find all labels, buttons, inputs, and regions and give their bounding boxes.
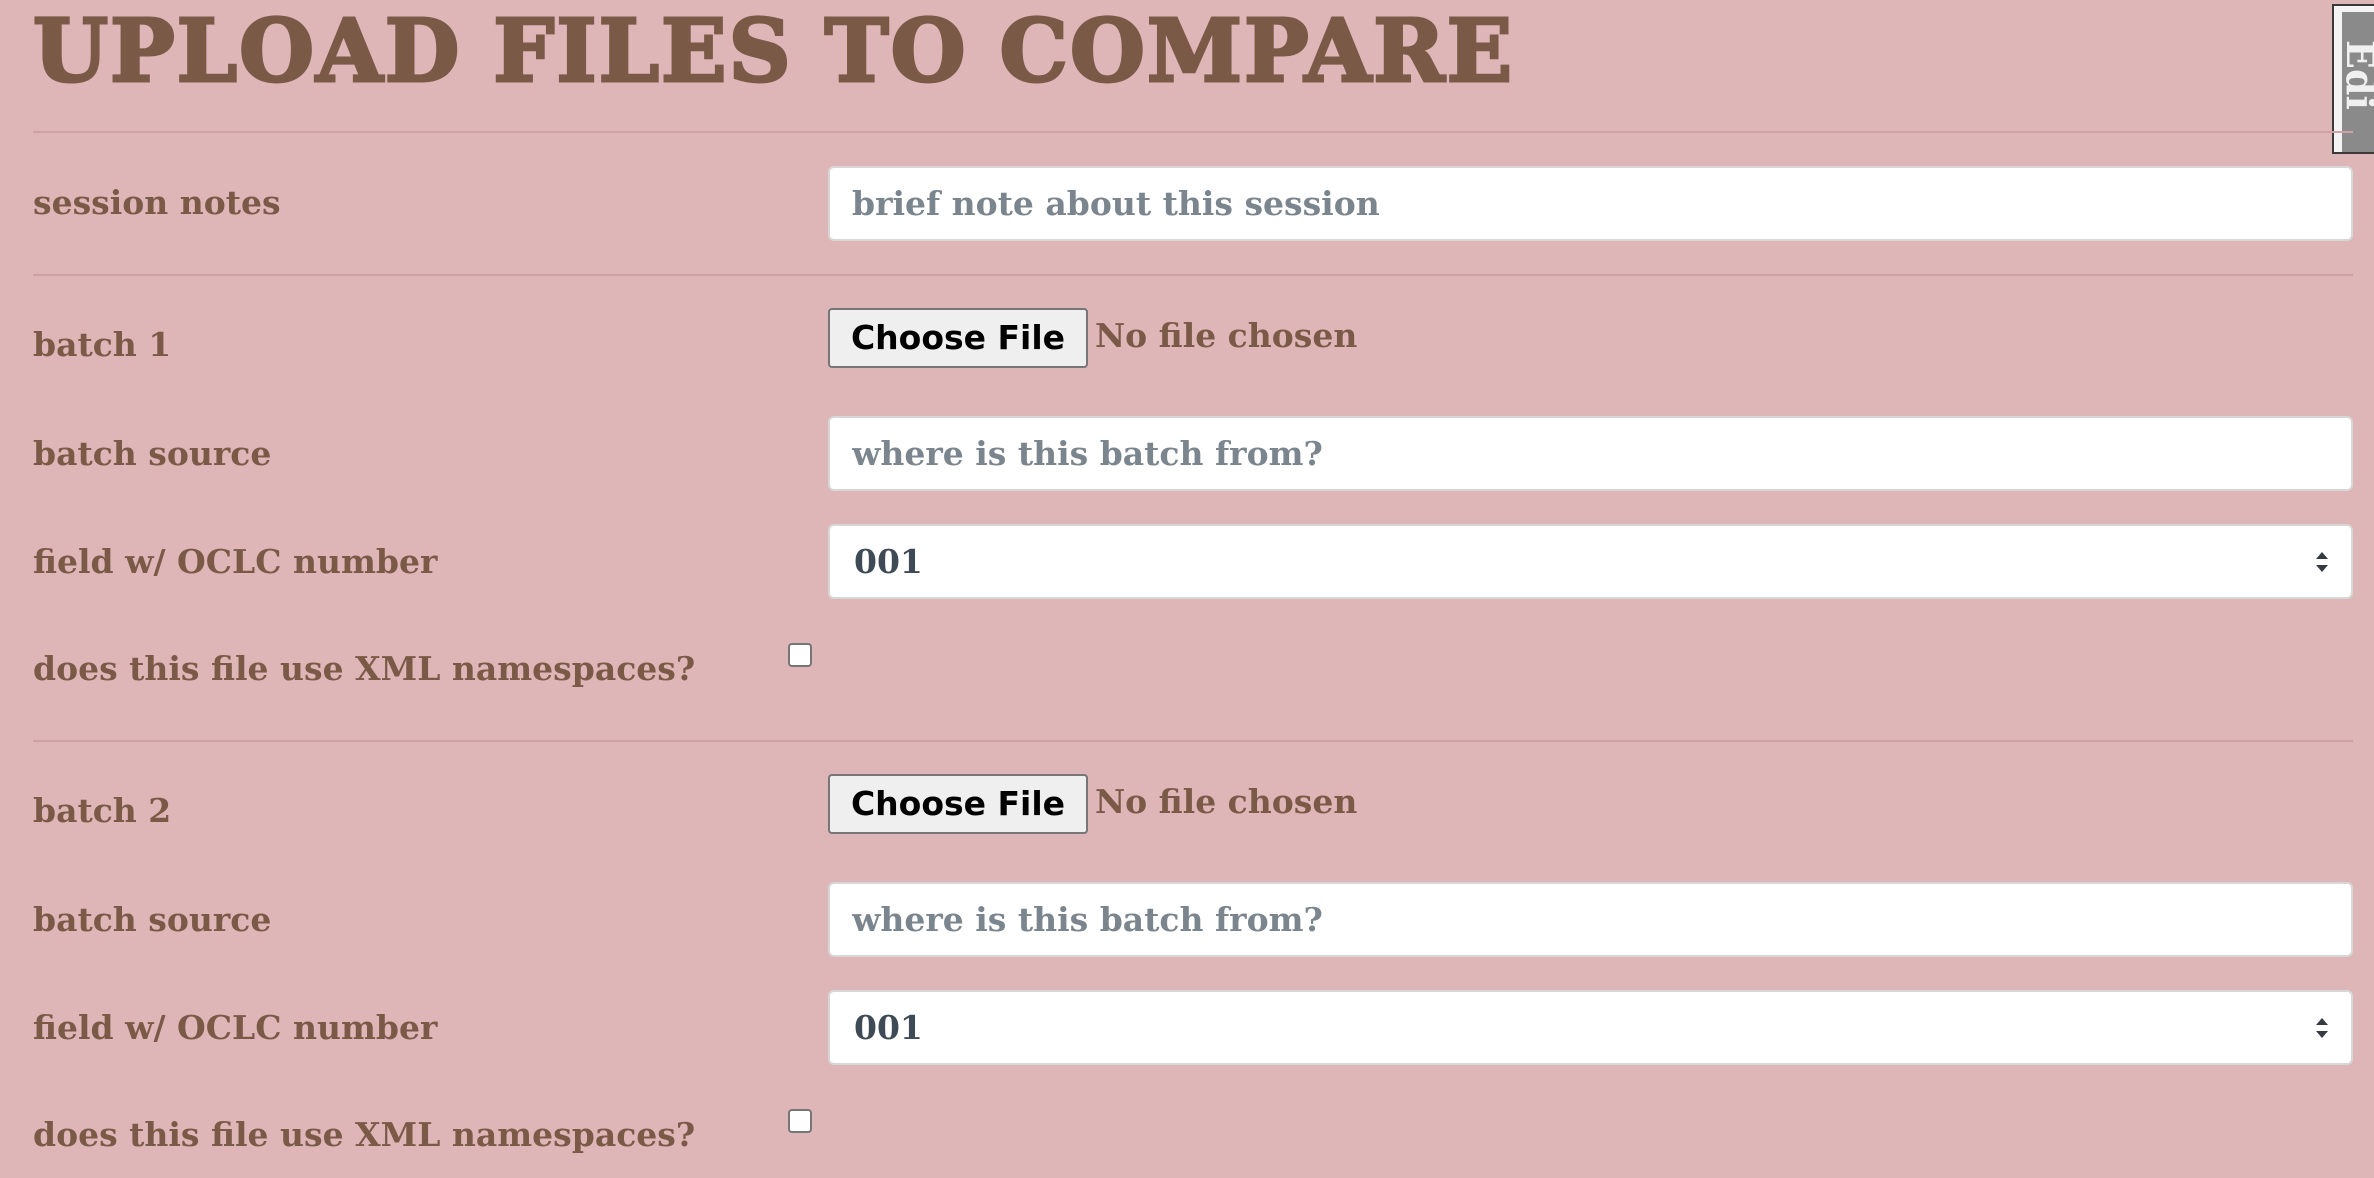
batch-2-xml-checkbox[interactable] [788, 1109, 812, 1133]
batch-1-oclc-select[interactable]: 001 [828, 524, 2353, 599]
batch-1-source-input[interactable] [828, 416, 2353, 491]
batch-1-file-status: No file chosen [1095, 316, 1358, 355]
batch-1-oclc-value: 001 [854, 542, 923, 581]
divider [33, 131, 2353, 133]
batch-1-label: batch 1 [33, 325, 172, 364]
batch-2-file-status: No file chosen [1095, 782, 1358, 821]
batch-1-source-label: batch source [33, 434, 272, 473]
batch-2-choose-file-button[interactable]: Choose File [828, 774, 1088, 834]
batch-2-oclc-label: field w/ OCLC number [33, 1008, 438, 1047]
batch-1-choose-file-button[interactable]: Choose File [828, 308, 1088, 368]
session-notes-label: session notes [33, 183, 281, 222]
batch-1-xml-label: does this file use XML namespaces? [33, 649, 696, 688]
batch-1-xml-checkbox[interactable] [788, 643, 812, 667]
select-arrows-icon [2316, 1018, 2328, 1038]
batch-2-oclc-value: 001 [854, 1008, 923, 1047]
divider [33, 274, 2353, 276]
page-title: UPLOAD FILES TO COMPARE [31, 0, 1515, 103]
select-arrows-icon [2316, 552, 2328, 572]
batch-2-label: batch 2 [33, 791, 172, 830]
batch-1-oclc-label: field w/ OCLC number [33, 542, 438, 581]
batch-2-oclc-select[interactable]: 001 [828, 990, 2353, 1065]
batch-2-source-input[interactable] [828, 882, 2353, 957]
edit-tab-label: Edi [2342, 40, 2374, 110]
session-notes-input[interactable] [828, 166, 2353, 241]
batch-2-source-label: batch source [33, 900, 272, 939]
divider [33, 740, 2353, 742]
batch-2-xml-label: does this file use XML namespaces? [33, 1115, 696, 1154]
